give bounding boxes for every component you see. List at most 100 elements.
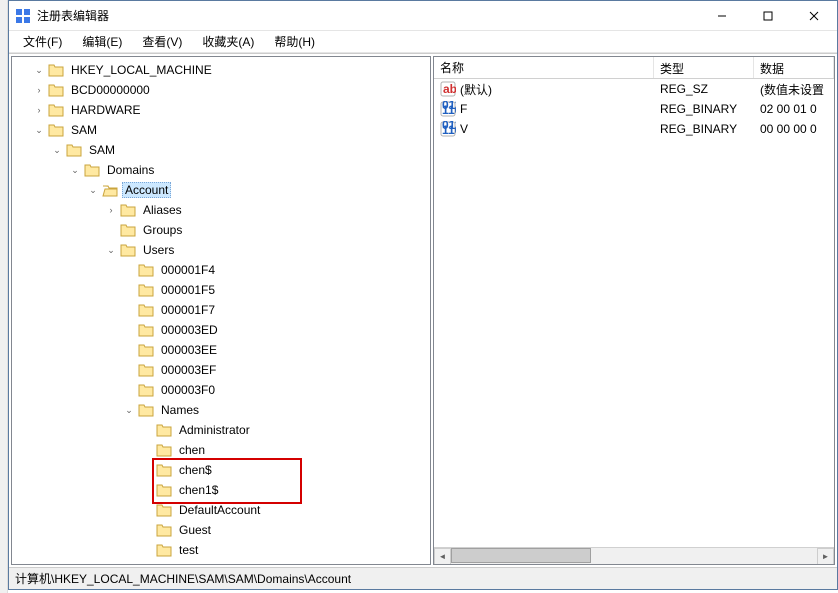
minimize-button[interactable] bbox=[699, 1, 745, 30]
svg-text:ab: ab bbox=[443, 82, 456, 96]
tree-item-hklm[interactable]: ⌄ HKEY_LOCAL_MACHINE bbox=[15, 60, 430, 80]
expander-icon[interactable]: › bbox=[33, 84, 45, 96]
tree-item-users[interactable]: ⌄Users bbox=[105, 240, 430, 260]
folder-icon bbox=[138, 283, 154, 297]
menu-edit[interactable]: 编辑(E) bbox=[74, 31, 130, 52]
expander-icon[interactable]: ⌄ bbox=[33, 124, 45, 136]
expander-icon[interactable]: › bbox=[33, 104, 45, 116]
expander-icon[interactable]: ⌄ bbox=[51, 144, 63, 156]
scroll-thumb[interactable] bbox=[451, 548, 591, 563]
tree-item[interactable]: 000001F7 bbox=[123, 300, 430, 320]
tree-item[interactable]: Guest bbox=[141, 520, 430, 540]
maximize-button[interactable] bbox=[745, 1, 791, 30]
tree-item[interactable]: 000003ED bbox=[123, 320, 430, 340]
tree-item-domains[interactable]: ⌄ Domains bbox=[69, 160, 430, 180]
tree-label: 000003EE bbox=[158, 342, 220, 358]
tree-label: chen$ bbox=[176, 462, 215, 478]
tree-item-sam2[interactable]: ⌄ SAM bbox=[51, 140, 430, 160]
expander-icon[interactable]: ⌄ bbox=[105, 244, 117, 256]
expander-icon[interactable]: ⌄ bbox=[69, 164, 81, 176]
list-row[interactable]: 011110VREG_BINARY00 00 00 0 bbox=[434, 119, 834, 139]
tree-item[interactable]: 000001F5 bbox=[123, 280, 430, 300]
folder-open-icon bbox=[102, 183, 118, 197]
menubar: 文件(F) 编辑(E) 查看(V) 收藏夹(A) 帮助(H) bbox=[9, 31, 837, 53]
value-type: REG_BINARY bbox=[654, 101, 754, 117]
tree-item[interactable]: chen bbox=[141, 440, 430, 460]
tree-item-account[interactable]: ⌄Account bbox=[87, 180, 430, 200]
folder-icon bbox=[120, 203, 136, 217]
tree-label: HKEY_LOCAL_MACHINE bbox=[68, 62, 215, 78]
tree-item-chen-dollar[interactable]: chen$ bbox=[141, 460, 430, 480]
tree-label: DefaultAccount bbox=[176, 502, 263, 518]
tree-item[interactable]: Administrator bbox=[141, 420, 430, 440]
expander-icon[interactable]: ⌄ bbox=[123, 404, 135, 416]
folder-icon bbox=[120, 223, 136, 237]
col-header-data[interactable]: 数据 bbox=[754, 57, 834, 78]
folder-icon bbox=[120, 243, 136, 257]
window-title: 注册表编辑器 bbox=[37, 7, 699, 24]
folder-icon bbox=[156, 423, 172, 437]
tree-label: Domains bbox=[104, 162, 157, 178]
list-pane[interactable]: 名称 类型 数据 ab(默认)REG_SZ(数值未设置 011110 F REG_BI… bbox=[433, 56, 835, 565]
col-header-name[interactable]: 名称 bbox=[434, 57, 654, 78]
scroll-left-icon[interactable]: ◄ bbox=[434, 548, 451, 565]
tree-item[interactable]: DefaultAccount bbox=[141, 500, 430, 520]
statusbar: 计算机\HKEY_LOCAL_MACHINE\SAM\SAM\Domains\A… bbox=[9, 567, 837, 589]
value-data: (数值未设置 bbox=[754, 80, 834, 99]
tree-item-aliases[interactable]: › Aliases bbox=[105, 200, 430, 220]
folder-icon bbox=[66, 143, 82, 157]
app-icon bbox=[15, 8, 31, 24]
tree-item[interactable]: test bbox=[141, 540, 430, 560]
tree-label: Groups bbox=[140, 222, 185, 238]
expander-icon[interactable]: › bbox=[105, 204, 117, 216]
list-row[interactable]: ab(默认)REG_SZ(数值未设置 bbox=[434, 79, 834, 99]
tree-item[interactable]: 000001F4 bbox=[123, 260, 430, 280]
folder-icon bbox=[138, 363, 154, 377]
expander-icon[interactable]: ⌄ bbox=[87, 184, 99, 196]
expander-icon[interactable]: ⌄ bbox=[33, 64, 45, 76]
value-name: F bbox=[460, 102, 467, 116]
menu-help[interactable]: 帮助(H) bbox=[266, 31, 323, 52]
tree-item-sam[interactable]: ⌄SAM bbox=[33, 120, 430, 140]
folder-icon bbox=[138, 303, 154, 317]
folder-icon bbox=[48, 63, 64, 77]
menu-file[interactable]: 文件(F) bbox=[15, 31, 70, 52]
regedit-window: 注册表编辑器 文件(F) 编辑(E) 查看(V) 收藏夹(A) 帮助(H) ⌄ … bbox=[8, 0, 838, 590]
tree-item-names[interactable]: ⌄ Names bbox=[123, 400, 430, 420]
tree-label: Administrator bbox=[176, 422, 253, 438]
horizontal-scrollbar[interactable]: ◄ ► bbox=[434, 547, 834, 564]
tree-item[interactable]: 000003EE bbox=[123, 340, 430, 360]
value-name: V bbox=[460, 122, 468, 136]
col-header-type[interactable]: 类型 bbox=[654, 57, 754, 78]
tree-label: SAM bbox=[86, 142, 118, 158]
folder-icon bbox=[48, 123, 64, 137]
folder-icon bbox=[84, 163, 100, 177]
list-row[interactable]: 011110FREG_BINARY02 00 01 0 bbox=[434, 99, 834, 119]
menu-view[interactable]: 查看(V) bbox=[134, 31, 190, 52]
tree-item-groups[interactable]: Groups bbox=[105, 220, 430, 240]
tree-label: Names bbox=[158, 402, 202, 418]
scroll-track[interactable] bbox=[451, 548, 817, 565]
tree-item-chen1-dollar[interactable]: chen1$ bbox=[141, 480, 430, 500]
tree-label: HARDWARE bbox=[68, 102, 144, 118]
svg-text:110: 110 bbox=[442, 123, 456, 137]
folder-icon bbox=[138, 323, 154, 337]
tree-label: 000003EF bbox=[158, 362, 219, 378]
tree-label: 000003F0 bbox=[158, 382, 218, 398]
tree-item-hardware[interactable]: › HARDWARE bbox=[33, 100, 430, 120]
tree-label: Aliases bbox=[140, 202, 185, 218]
menu-favorites[interactable]: 收藏夹(A) bbox=[194, 31, 262, 52]
value-binary-icon: 011110 bbox=[440, 121, 456, 137]
tree-label: 000001F7 bbox=[158, 302, 218, 318]
tree-item[interactable]: 000003F0 bbox=[123, 380, 430, 400]
scroll-right-icon[interactable]: ► bbox=[817, 548, 834, 565]
tree-item-bcd[interactable]: ›BCD00000000 bbox=[33, 80, 430, 100]
titlebar[interactable]: 注册表编辑器 bbox=[9, 1, 837, 31]
tree-pane[interactable]: ⌄ HKEY_LOCAL_MACHINE ›BCD00000000 › HARDW… bbox=[11, 56, 431, 565]
folder-icon bbox=[138, 343, 154, 357]
folder-icon bbox=[156, 483, 172, 497]
value-type: REG_BINARY bbox=[654, 121, 754, 137]
close-button[interactable] bbox=[791, 1, 837, 30]
tree-label: chen bbox=[176, 442, 208, 458]
tree-item[interactable]: 000003EF bbox=[123, 360, 430, 380]
